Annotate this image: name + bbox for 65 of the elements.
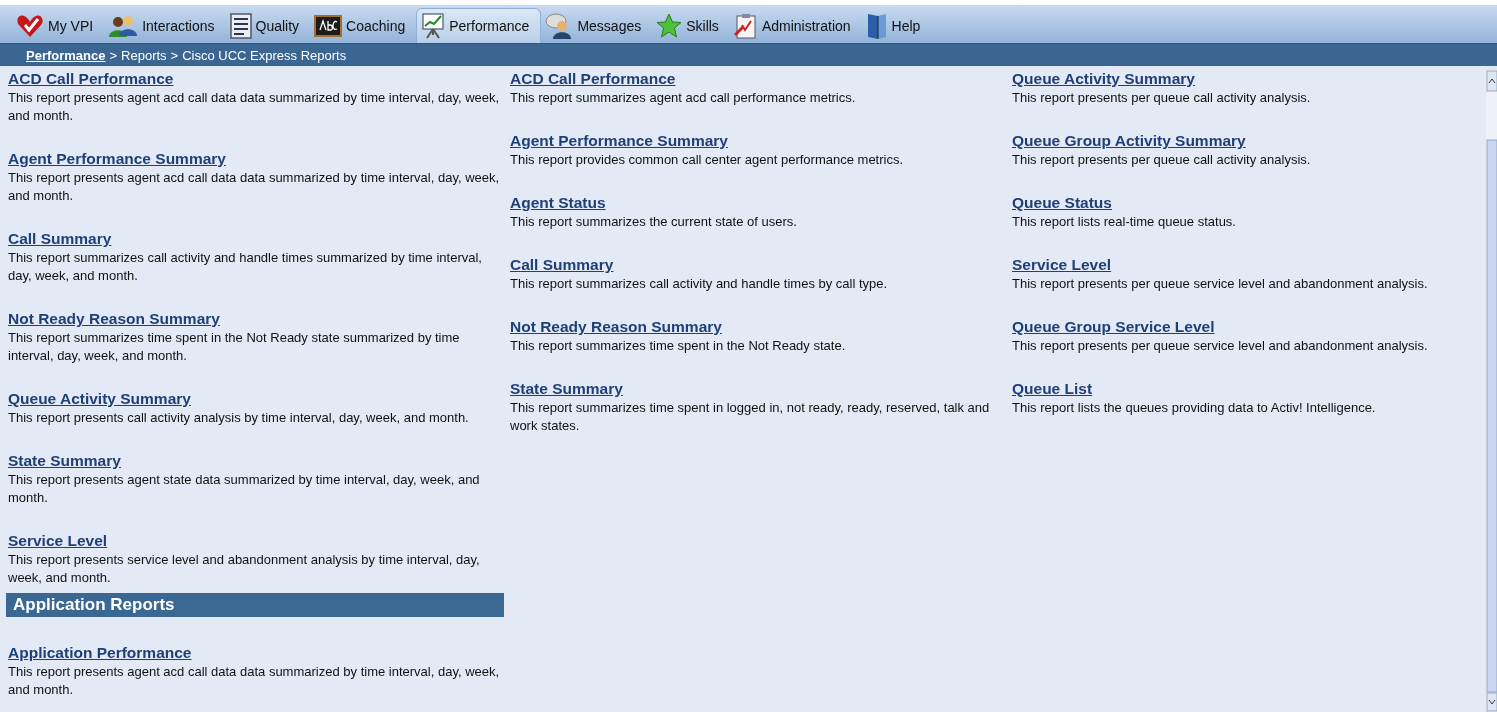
breadcrumb-item: Reports bbox=[121, 47, 167, 63]
report-description: This report presents agent state data summarized by time interval, day, week, and month. bbox=[7, 471, 481, 507]
breadcrumb-separator: > bbox=[170, 47, 179, 63]
person-speech-icon bbox=[545, 13, 574, 39]
document-icon bbox=[229, 13, 252, 39]
report-description: This report summarizes time spent in the Not Ready state. bbox=[509, 337, 847, 355]
clipboard-icon bbox=[733, 13, 758, 39]
nav-tab[interactable]: Messages bbox=[541, 9, 653, 43]
breadcrumb-separator: > bbox=[109, 47, 118, 63]
report-description: This report summarizes the current state of users. bbox=[509, 213, 798, 231]
report-link[interactable]: Not Ready Reason Summary bbox=[6, 309, 220, 329]
report-description: This report summarizes call activity and handle times summarized by time interval, day, week, and month. bbox=[7, 249, 483, 285]
report-description: This report presents per queue call activity analysis. bbox=[1011, 89, 1312, 107]
report-description: This report summarizes agent acd call performance metrics. bbox=[509, 89, 857, 107]
report-description: This report presents call activity analysis by time interval, day, week, and month. bbox=[7, 409, 470, 427]
report-description: This report presents agent acd call data data summarized by time interval, day, week, and month. bbox=[7, 89, 501, 125]
report-link[interactable]: ACD Call Performance bbox=[508, 69, 676, 89]
report-link[interactable]: Queue Group Service Level bbox=[1010, 317, 1215, 337]
report-description: This report provides common call center agent performance metrics. bbox=[509, 151, 905, 169]
report-description: This report lists the queues providing data to Activ! Intelligence. bbox=[1011, 399, 1377, 417]
report-description: This report presents per queue service level and abandonment analysis. bbox=[1011, 275, 1429, 293]
nav-tab[interactable]: My VPI bbox=[12, 9, 105, 43]
report-link[interactable]: Application Performance bbox=[6, 643, 192, 663]
report-description: This report lists real-time queue status. bbox=[1011, 213, 1237, 231]
report-description: This report summarizes time spent in logged in, not ready, ready, reserved, talk and work states. bbox=[509, 399, 991, 435]
report-link[interactable]: State Summary bbox=[6, 451, 121, 471]
report-link[interactable]: Service Level bbox=[1010, 255, 1112, 275]
nav-tab[interactable]: Coaching bbox=[310, 9, 417, 43]
breadcrumb-item: Cisco UCC Express Reports bbox=[182, 47, 347, 63]
report-link[interactable]: Queue Group Activity Summary bbox=[1010, 131, 1246, 151]
nav-tab[interactable]: Help bbox=[861, 9, 932, 43]
people-icon bbox=[108, 14, 139, 38]
report-link[interactable]: Call Summary bbox=[508, 255, 614, 275]
report-link[interactable]: Queue Activity Summary bbox=[6, 389, 191, 409]
report-description: This report summarizes call activity and handle times by call type. bbox=[509, 275, 889, 293]
report-description: This report presents agent acd call data data summarized by time interval, day, week, and month. bbox=[7, 169, 501, 205]
nav-tab[interactable]: Interactions bbox=[104, 9, 226, 43]
nav-tab[interactable]: Skills bbox=[652, 9, 730, 43]
report-link[interactable]: Queue Activity Summary bbox=[1010, 69, 1195, 89]
nav-tab[interactable]: Administration bbox=[729, 9, 862, 43]
report-link[interactable]: Agent Status bbox=[508, 193, 606, 213]
section-heading: Application Reports bbox=[6, 593, 504, 617]
chalkboard-icon bbox=[314, 15, 343, 37]
book-icon bbox=[865, 12, 888, 40]
report-link[interactable]: Call Summary bbox=[6, 229, 112, 249]
report-link[interactable]: Not Ready Reason Summary bbox=[508, 317, 722, 337]
report-link[interactable]: Queue List bbox=[1010, 379, 1093, 399]
chart-easel-icon bbox=[421, 13, 446, 39]
report-description: This report summarizes time spent in the Not Ready state summarized by time interval, day, week, and month. bbox=[7, 329, 461, 365]
heart-icon bbox=[16, 14, 44, 38]
report-link[interactable]: State Summary bbox=[508, 379, 623, 399]
nav-tab[interactable]: Performance bbox=[416, 8, 542, 43]
report-link[interactable]: Agent Performance Summary bbox=[508, 131, 728, 151]
report-description: This report presents per queue service level and abandonment analysis. bbox=[1011, 337, 1429, 355]
star-icon bbox=[656, 13, 683, 39]
report-link[interactable]: Queue Status bbox=[1010, 193, 1112, 213]
report-link[interactable]: Agent Performance Summary bbox=[6, 149, 226, 169]
report-description: This report presents service level and abandonment analysis by time interval, day, week, and month. bbox=[7, 551, 481, 587]
report-link[interactable]: ACD Call Performance bbox=[6, 69, 174, 89]
nav-tab[interactable]: Quality bbox=[225, 9, 311, 43]
scrollbar[interactable] bbox=[1486, 70, 1497, 712]
report-description: This report presents per queue call activity analysis. bbox=[1011, 151, 1312, 169]
breadcrumb-link[interactable]: Performance bbox=[26, 47, 106, 63]
report-link[interactable]: Service Level bbox=[6, 531, 108, 551]
report-description: This report presents agent acd call data data summarized by time interval, day, week, and month. bbox=[7, 663, 501, 699]
